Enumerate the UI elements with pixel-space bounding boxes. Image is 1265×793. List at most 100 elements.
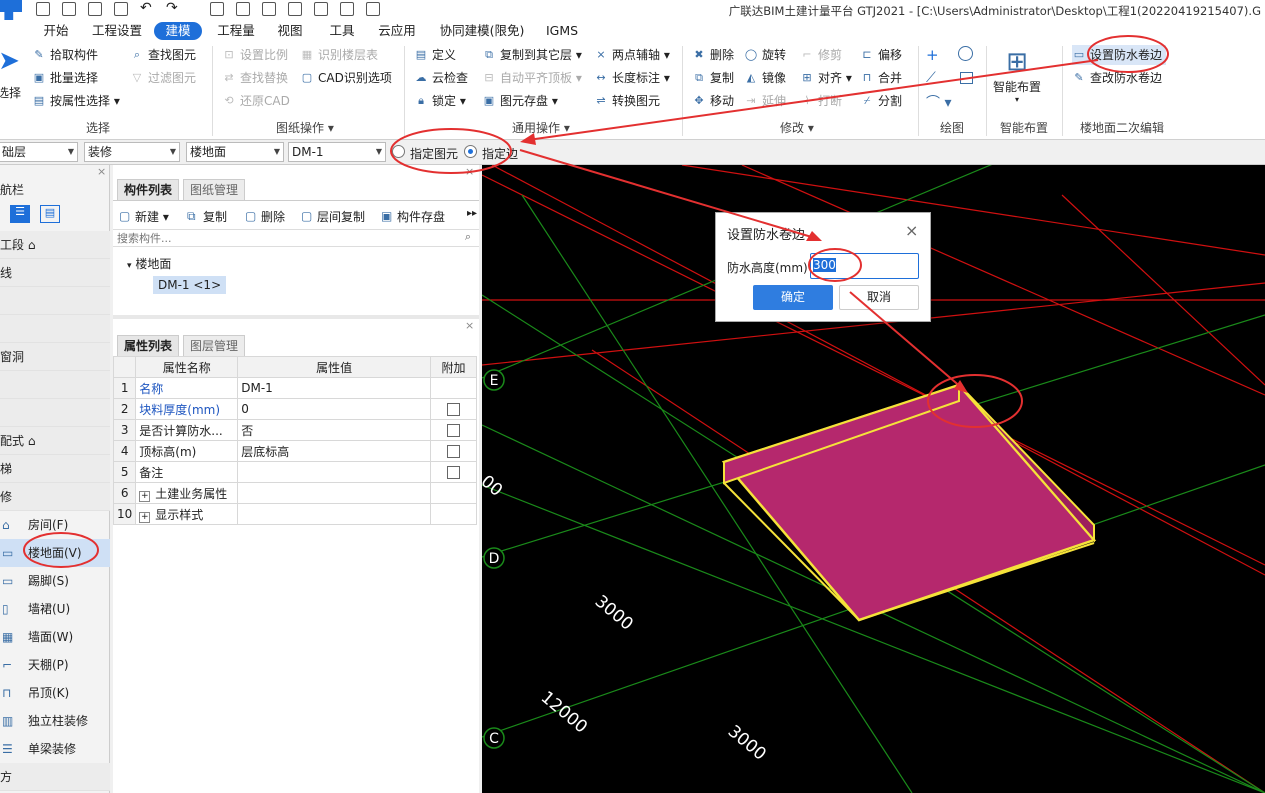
type-select[interactable]: 楼地面 ▼ <box>186 142 284 162</box>
set-waterproof-edge-button[interactable]: ▭ 设置防水卷边 <box>1072 45 1167 65</box>
edit-waterproof-edge-button[interactable]: ✎ 查改防水卷边 <box>1072 68 1162 88</box>
auto-align-button[interactable]: ⊟ 自动平齐顶板 ▾ <box>482 68 581 88</box>
nav-row[interactable]: 方 <box>0 763 110 791</box>
save-icon[interactable] <box>114 2 128 16</box>
attach-checkbox[interactable] <box>447 424 461 437</box>
trim-button[interactable]: ⌐ 修剪 <box>800 45 842 65</box>
tab-properties[interactable]: 属性列表 <box>117 335 180 356</box>
table-row[interactable]: 2 块料厚度(mm) 0 <box>112 398 477 420</box>
nav-row[interactable]: 窗洞 <box>0 343 110 371</box>
arc-draw-icon[interactable]: ⌒ ▾ <box>926 92 951 112</box>
open-folder-icon[interactable] <box>88 2 102 16</box>
nav-close-icon[interactable]: × <box>97 165 106 178</box>
tab-component-list[interactable]: 构件列表 <box>117 179 180 200</box>
table-icon[interactable] <box>314 2 328 16</box>
new-file-icon[interactable] <box>36 2 50 16</box>
tab-layer-manage[interactable]: 图层管理 <box>183 335 246 356</box>
nav-row[interactable]: 修 <box>0 483 110 511</box>
nav-item-floor[interactable]: ▭ 楼地面(V) <box>0 539 110 567</box>
nav-row[interactable]: 工段 ⌂ <box>0 231 110 259</box>
search-input[interactable] <box>113 230 433 246</box>
nav-row[interactable] <box>0 371 110 399</box>
mirror-button[interactable]: ◭ 镜像 <box>744 68 786 88</box>
list-view-icon[interactable]: ☰ <box>10 205 30 223</box>
convert-element-button[interactable]: ⇌ 转换图元 <box>594 91 660 111</box>
identify-floor-table-button[interactable]: ▦ 识别楼层表 <box>300 45 378 65</box>
restore-cad-button[interactable]: ⟲ 还原CAD <box>222 91 289 111</box>
rotate-button[interactable]: ◯ 旋转 <box>744 45 786 65</box>
tab-start[interactable]: 开始 <box>38 22 74 40</box>
report-icon[interactable] <box>236 2 250 16</box>
cloud-check-button[interactable]: ☁ 云检查 <box>414 68 469 88</box>
nav-item-suspended-ceiling[interactable]: ⊓ 吊顶(K) <box>0 679 110 707</box>
delete-button[interactable]: ✖ 删除 <box>692 45 734 65</box>
break-button[interactable]: ⌇ 打断 <box>800 91 842 111</box>
new-doc-icon[interactable] <box>62 2 76 16</box>
height-input[interactable]: 300 <box>810 253 919 279</box>
panel-close-icon[interactable]: × <box>465 165 474 178</box>
radio-specify-edge[interactable] <box>464 145 477 158</box>
search-icon[interactable]: ⌕ <box>465 230 471 244</box>
more-icon[interactable]: ▸▸ <box>467 208 477 219</box>
copy-to-layer-button[interactable]: ⧉ 复制到其它层 ▾ <box>482 45 582 65</box>
align-button[interactable]: ⊞ 对齐 ▾ <box>800 68 851 88</box>
find-element-button[interactable]: ⌕ 查找图元 <box>130 45 196 65</box>
define-button[interactable]: ▤ 定义 <box>414 45 456 65</box>
lock-button[interactable]: 🔒︎ 锁定 ▾ <box>414 91 466 111</box>
nav-row[interactable]: 梯 <box>0 455 110 483</box>
dialog-close-icon[interactable]: × <box>905 221 918 240</box>
nav-row[interactable]: 线 <box>0 259 110 287</box>
table-row[interactable]: 3 是否计算防水... 否 <box>112 419 477 441</box>
tree-root[interactable]: ▾ 楼地面 <box>127 255 171 272</box>
table-row[interactable]: 5 备注 <box>112 461 477 483</box>
point-draw-icon[interactable]: + <box>926 46 939 64</box>
element-save-button[interactable]: ▣ 图元存盘 ▾ <box>482 91 558 111</box>
grid-icon[interactable] <box>210 2 224 16</box>
tab-tools[interactable]: 工具 <box>322 22 362 40</box>
move-button[interactable]: ✥ 移动 <box>692 91 734 111</box>
extend-button[interactable]: ⇥ 延伸 <box>744 91 786 111</box>
nav-row[interactable] <box>0 315 110 343</box>
tab-modeling[interactable]: 建模 <box>154 22 202 40</box>
offset-button[interactable]: ⊏ 偏移 <box>860 45 902 65</box>
component-select[interactable]: DM-1 ▼ <box>288 142 386 162</box>
nav-item-skirting[interactable]: ▭ 踢脚(S) <box>0 567 110 595</box>
cancel-button[interactable]: 取消 <box>839 285 919 310</box>
tab-igms[interactable]: IGMS <box>540 22 584 40</box>
nav-item-room[interactable]: ⌂ 房间(F) <box>0 511 110 539</box>
find-replace-button[interactable]: ⇄ 查找替换 <box>222 68 288 88</box>
tab-view[interactable]: 视图 <box>270 22 310 40</box>
ok-button[interactable]: 确定 <box>753 285 833 310</box>
split-button[interactable]: ⌿ 分割 <box>860 91 902 111</box>
circle-draw-icon[interactable] <box>958 46 973 61</box>
summary-icon[interactable] <box>288 2 302 16</box>
nav-item-dado[interactable]: ▯ 墙裙(U) <box>0 595 110 623</box>
layer-copy-button[interactable]: ▢ 层间复制 <box>301 208 365 225</box>
smart-layout-button[interactable]: ⊞ 智能布置 ▾ <box>990 46 1044 104</box>
table-row[interactable]: 1 名称 DM-1 <box>112 377 477 399</box>
tab-quantity[interactable]: 工程量 <box>212 22 260 40</box>
nav-item-column-finish[interactable]: ▥ 独立柱装修 <box>0 707 110 735</box>
select-button[interactable]: ➤ 选择 <box>0 46 22 106</box>
nav-item-beam-finish[interactable]: ☰ 单梁装修 <box>0 735 110 763</box>
new-component-button[interactable]: ▢ 新建 ▾ <box>119 208 169 225</box>
attach-checkbox[interactable] <box>447 403 461 416</box>
component-save-button[interactable]: ▣ 构件存盘 <box>381 208 445 225</box>
search-box[interactable]: ⌕ <box>113 229 479 247</box>
length-dim-button[interactable]: ↔ 长度标注 ▾ <box>594 68 669 88</box>
radio-specify-element[interactable] <box>392 145 405 158</box>
nav-item-ceiling[interactable]: ⌐ 天棚(P) <box>0 651 110 679</box>
set-scale-button[interactable]: ⊡ 设置比例 <box>222 45 288 65</box>
table-row[interactable]: 4 顶标高(m) 层底标高 <box>112 440 477 462</box>
line-draw-icon[interactable]: ⟋ <box>926 70 936 86</box>
nav-row[interactable]: 配式 ⌂ <box>0 427 110 455</box>
copy-component-button[interactable]: ⧉ 复制 <box>187 208 227 225</box>
chart-icon[interactable] <box>340 2 354 16</box>
tab-collab[interactable]: 协同建模(限免) <box>434 22 530 40</box>
delete-component-button[interactable]: ▢ 删除 <box>245 208 285 225</box>
attach-checkbox[interactable] <box>447 466 461 479</box>
cad-options-button[interactable]: ▢ CAD识别选项 <box>300 68 392 88</box>
pick-component-button[interactable]: ✎ 拾取构件 <box>32 45 98 65</box>
nav-item-wall-face[interactable]: ▦ 墙面(W) <box>0 623 110 651</box>
filter-element-button[interactable]: ▽ 过滤图元 <box>130 68 196 88</box>
